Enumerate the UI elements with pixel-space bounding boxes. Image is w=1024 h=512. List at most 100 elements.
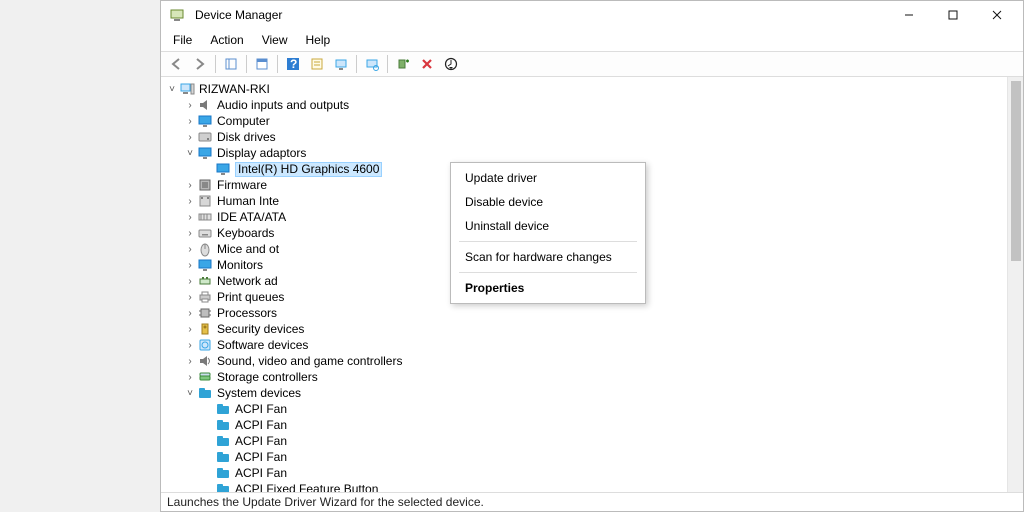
expand-twisty[interactable]: › — [183, 340, 197, 351]
expand-twisty[interactable]: › — [183, 244, 197, 255]
tree-node[interactable]: ›Computer — [165, 113, 1007, 129]
folder-icon — [215, 433, 231, 449]
context-separator — [459, 241, 637, 242]
expand-twisty[interactable]: › — [183, 260, 197, 271]
remove-icon[interactable] — [416, 53, 438, 75]
expand-twisty[interactable]: › — [183, 180, 197, 191]
tree-root[interactable]: ˅ RIZWAN-RKI — [165, 81, 1007, 97]
tree-node[interactable]: ›Software devices — [165, 337, 1007, 353]
minimize-button[interactable] — [887, 1, 931, 29]
titlebar: Device Manager — [161, 1, 1023, 29]
expand-twisty[interactable]: › — [183, 116, 197, 127]
toolbar: ? — [161, 51, 1023, 77]
maximize-button[interactable] — [931, 1, 975, 29]
expand-twisty[interactable]: › — [183, 132, 197, 143]
menu-help[interactable]: Help — [298, 31, 339, 49]
forward-icon[interactable] — [189, 53, 211, 75]
help-icon[interactable]: ? — [282, 53, 304, 75]
menu-view[interactable]: View — [254, 31, 296, 49]
svg-text:?: ? — [290, 57, 297, 71]
tree-label: ACPI Fan — [235, 402, 287, 416]
firmware-icon — [197, 177, 213, 193]
hid-icon — [197, 193, 213, 209]
mouse-icon — [197, 241, 213, 257]
tree-child[interactable]: ACPI Fixed Feature Button — [165, 481, 1007, 492]
tree-node[interactable]: › Audio inputs and outputs — [165, 97, 1007, 113]
back-icon[interactable] — [165, 53, 187, 75]
context-update-driver[interactable]: Update driver — [451, 166, 645, 190]
add-legacy-icon[interactable] — [392, 53, 414, 75]
separator — [387, 55, 388, 73]
computer-icon — [197, 113, 213, 129]
tree-label: Firmware — [217, 178, 267, 192]
scroll-thumb[interactable] — [1011, 81, 1021, 261]
printer-icon — [197, 289, 213, 305]
context-scan-for-hardware-changes[interactable]: Scan for hardware changes — [451, 245, 645, 269]
update-icon[interactable] — [440, 53, 462, 75]
vertical-scrollbar[interactable] — [1007, 77, 1023, 492]
menu-action[interactable]: Action — [202, 31, 251, 49]
expand-twisty[interactable]: › — [183, 228, 197, 239]
tree-label: Network ad — [217, 274, 278, 288]
tree-node[interactable]: ›Storage controllers — [165, 369, 1007, 385]
expand-twisty[interactable]: › — [183, 324, 197, 335]
tree-label: Human Inte — [217, 194, 279, 208]
tree-node[interactable]: ˅ Display adaptors — [165, 145, 1007, 161]
expand-twisty[interactable]: ˅ — [165, 84, 179, 95]
tree-child[interactable]: ACPI Fan — [165, 401, 1007, 417]
expand-twisty[interactable]: ˅ — [183, 388, 197, 399]
properties-icon[interactable] — [306, 53, 328, 75]
tree-label: RIZWAN-RKI — [199, 82, 270, 96]
scan-icon[interactable] — [361, 53, 383, 75]
expand-twisty[interactable]: › — [183, 196, 197, 207]
tree-child[interactable]: ACPI Fan — [165, 449, 1007, 465]
tree-label: ACPI Fan — [235, 450, 287, 464]
properties-window-icon[interactable] — [251, 53, 273, 75]
tree-child[interactable]: ACPI Fan — [165, 433, 1007, 449]
separator — [215, 55, 216, 73]
tree-label: Intel(R) HD Graphics 4600 — [235, 162, 382, 177]
tree-node[interactable]: ˅System devices — [165, 385, 1007, 401]
context-disable-device[interactable]: Disable device — [451, 190, 645, 214]
context-uninstall-device[interactable]: Uninstall device — [451, 214, 645, 238]
tree-label: Keyboards — [217, 226, 274, 240]
menubar: File Action View Help — [161, 29, 1023, 51]
tree-label: Processors — [217, 306, 277, 320]
status-bar: Launches the Update Driver Wizard for th… — [161, 493, 1023, 511]
context-separator — [459, 272, 637, 273]
tree-label: Display adaptors — [217, 146, 306, 160]
expand-twisty[interactable]: › — [183, 292, 197, 303]
refresh-icon[interactable] — [330, 53, 352, 75]
tree-node[interactable]: ›Security devices — [165, 321, 1007, 337]
show-hide-tree-icon[interactable] — [220, 53, 242, 75]
keyboard-icon — [197, 225, 213, 241]
tree-child[interactable]: ACPI Fan — [165, 417, 1007, 433]
expand-twisty[interactable]: › — [183, 100, 197, 111]
expand-twisty[interactable]: ˅ — [183, 148, 197, 159]
context-properties[interactable]: Properties — [451, 276, 645, 300]
expand-twisty[interactable]: › — [183, 372, 197, 383]
expand-twisty[interactable]: › — [183, 356, 197, 367]
tree-label: Audio inputs and outputs — [217, 98, 349, 112]
tree-label: IDE ATA/ATA — [217, 210, 286, 224]
close-button[interactable] — [975, 1, 1019, 29]
window-title: Device Manager — [195, 8, 282, 22]
tree-label: Sound, video and game controllers — [217, 354, 402, 368]
folder-icon — [215, 417, 231, 433]
tree-child[interactable]: ACPI Fan — [165, 465, 1007, 481]
expand-twisty[interactable]: › — [183, 276, 197, 287]
tree-node[interactable]: ›Disk drives — [165, 129, 1007, 145]
audio-icon — [197, 97, 213, 113]
menu-file[interactable]: File — [165, 31, 200, 49]
separator — [277, 55, 278, 73]
disk-icon — [197, 129, 213, 145]
separator — [356, 55, 357, 73]
network-icon — [197, 273, 213, 289]
display-icon — [215, 161, 231, 177]
tree-node[interactable]: › Sound, video and game controllers — [165, 353, 1007, 369]
tree-node[interactable]: › Processors — [165, 305, 1007, 321]
expand-twisty[interactable]: › — [183, 308, 197, 319]
sound-icon — [197, 353, 213, 369]
expand-twisty[interactable]: › — [183, 212, 197, 223]
context-menu[interactable]: Update driverDisable deviceUninstall dev… — [450, 162, 646, 304]
